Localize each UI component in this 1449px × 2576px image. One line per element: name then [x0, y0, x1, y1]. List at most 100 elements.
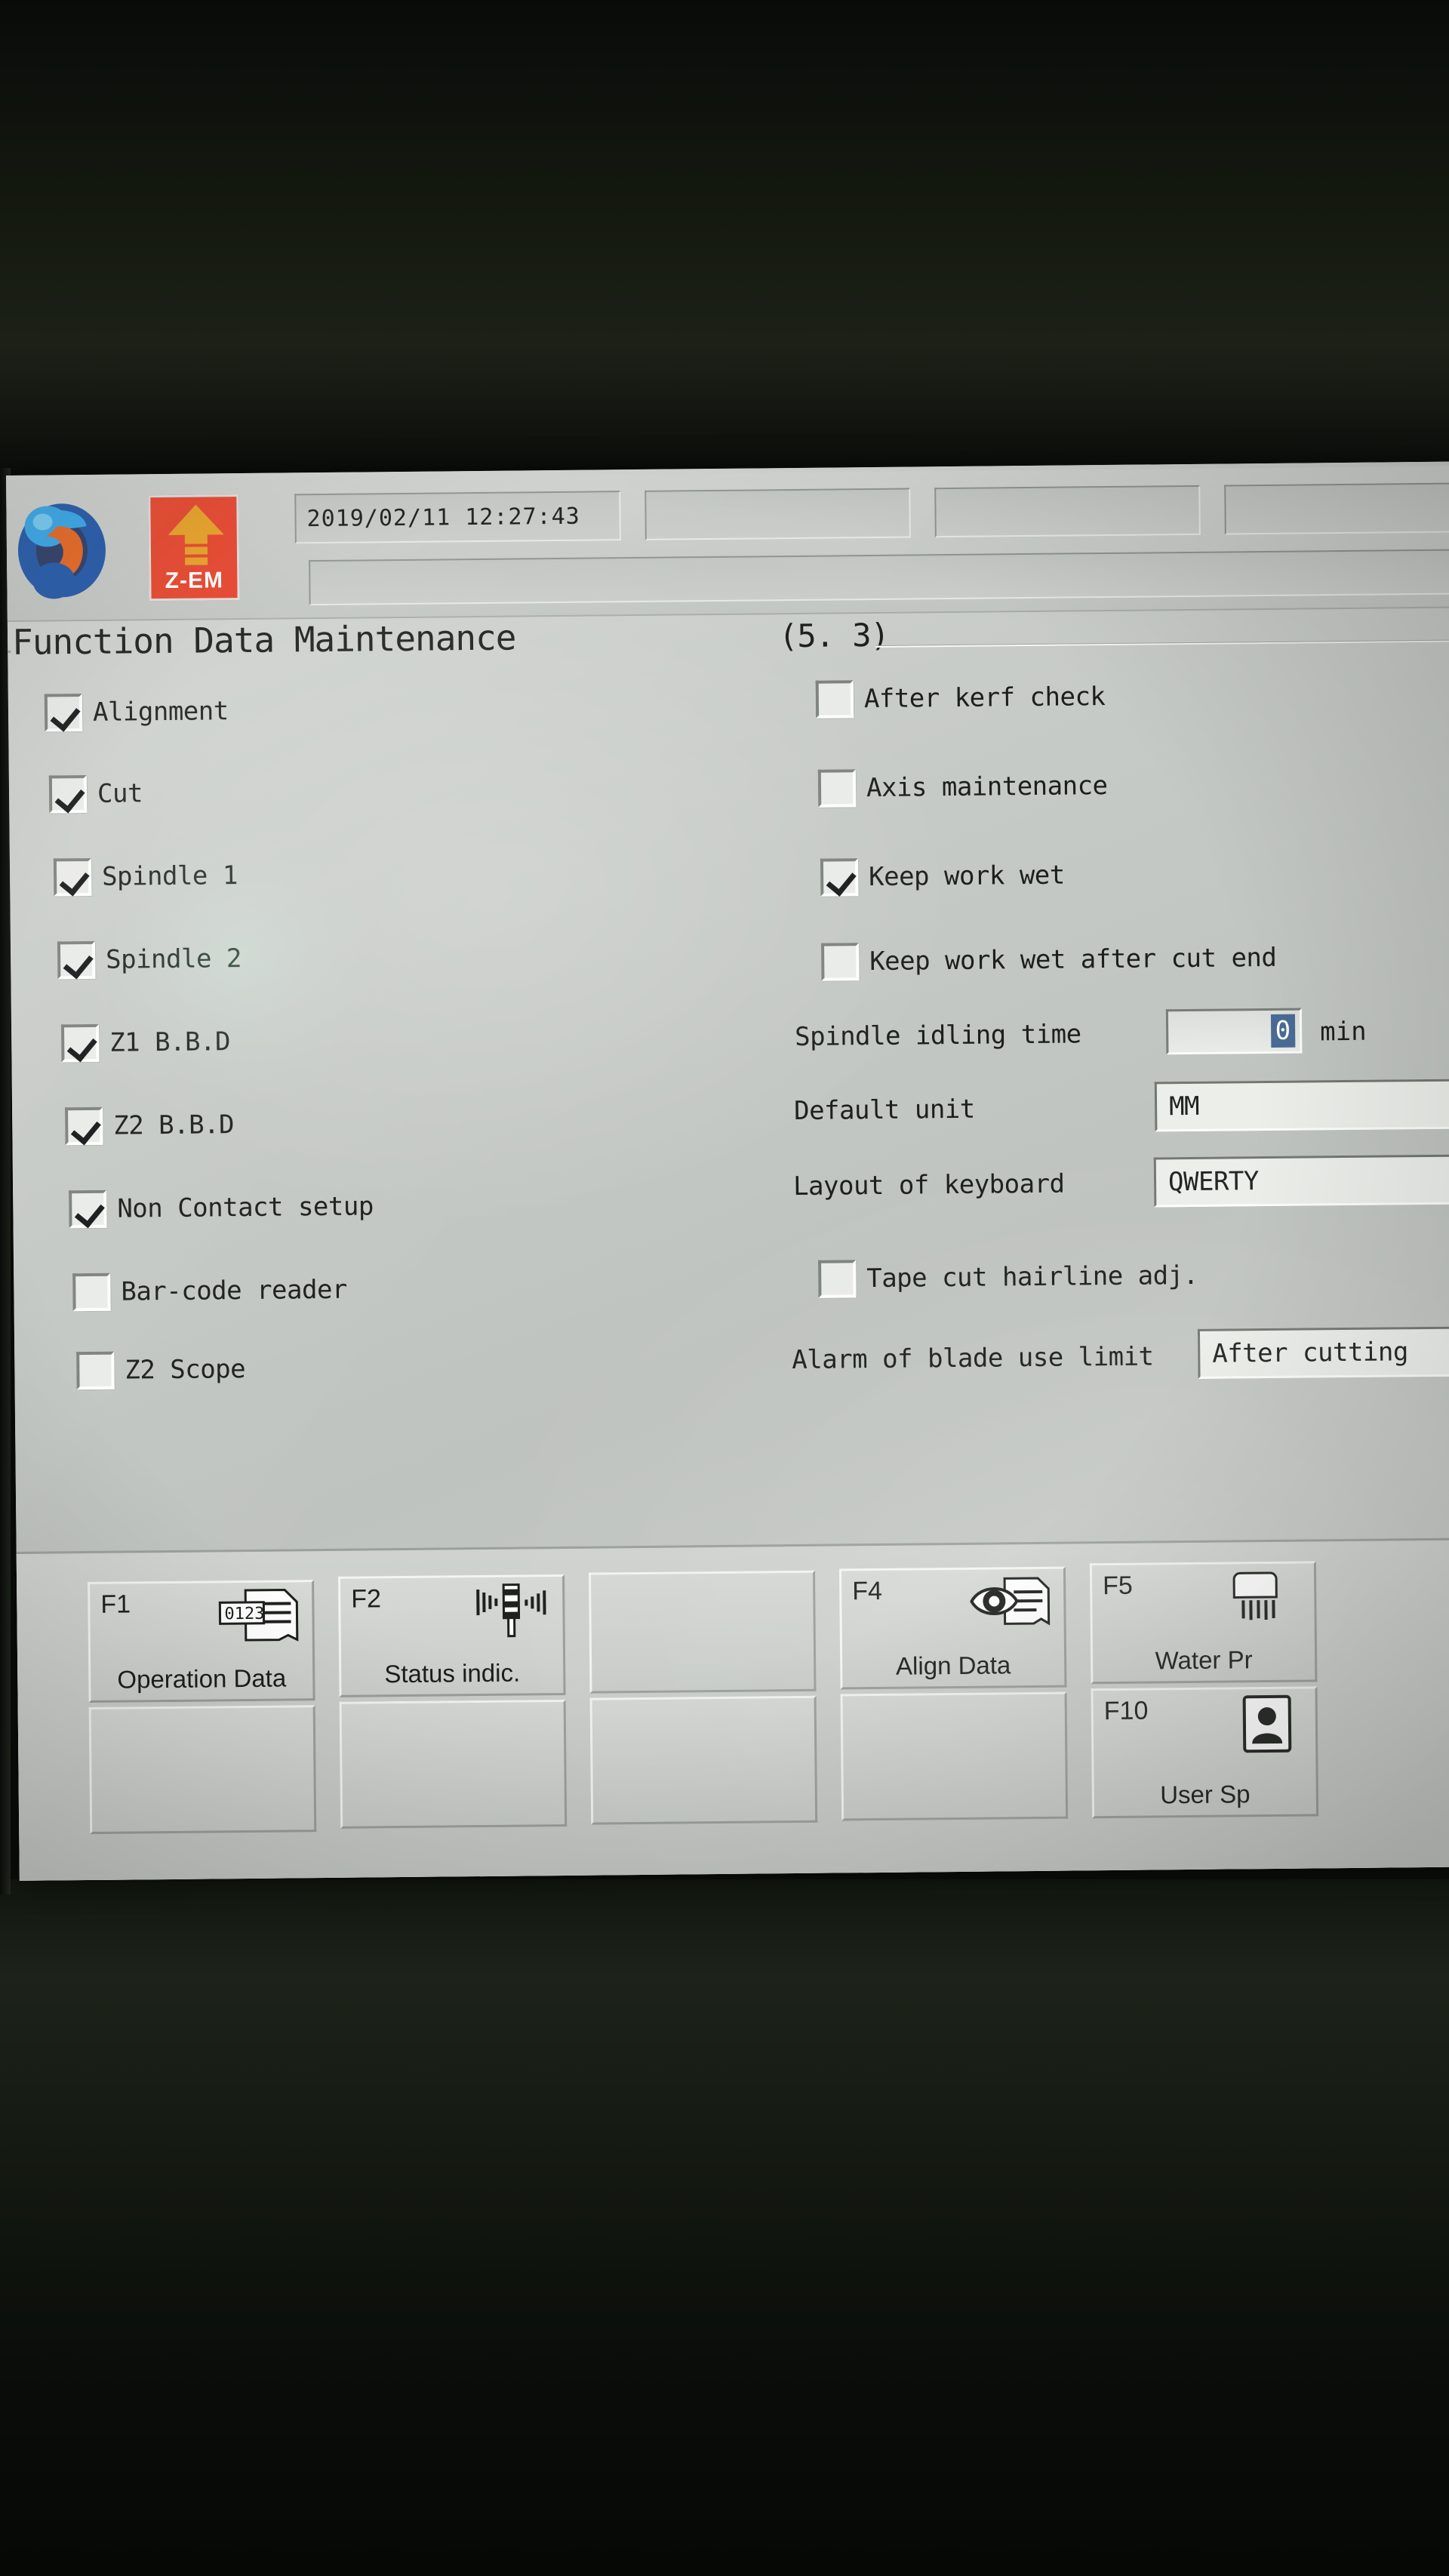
- monitor-bezel-top: [0, 0, 1449, 477]
- function-key-number-f4: F4: [852, 1576, 883, 1606]
- checkbox-after-kerf-check[interactable]: [815, 680, 854, 719]
- status-box-2: [645, 488, 911, 540]
- function-key-number-f1: F1: [100, 1590, 131, 1619]
- function-key-label-f10: User Sp: [1160, 1780, 1251, 1809]
- checkbox-label-alignment: Alignment: [92, 696, 229, 728]
- function-key-number-f2: F2: [351, 1584, 382, 1614]
- keyboard-layout-dropdown[interactable]: QWERTY: [1153, 1153, 1449, 1208]
- checkbox-label-cut: Cut: [97, 778, 143, 809]
- up-arrow-icon: [168, 504, 224, 565]
- checkbox-bar-code-reader[interactable]: [72, 1273, 111, 1312]
- checkbox-row-spindle-2[interactable]: Spindle 2: [57, 940, 242, 980]
- default-unit-value: MM: [1168, 1091, 1200, 1122]
- blade-use-limit-alarm-label: Alarm of blade use limit: [792, 1341, 1154, 1376]
- checkbox-axis-maintenance[interactable]: [817, 769, 857, 808]
- blade-use-limit-alarm-value: After cutting: [1212, 1337, 1409, 1369]
- keyboard-layout-label: Layout of keyboard: [792, 1168, 1065, 1202]
- checkbox-label-keep-work-wet: Keep work wet: [868, 860, 1065, 893]
- checkbox-label-bar-code-reader: Bar-code reader: [121, 1274, 348, 1307]
- header-bar: Z-EM 2019/02/11 12:27:43: [6, 466, 1449, 622]
- zem-button[interactable]: Z-EM: [148, 494, 240, 602]
- message-bar: [309, 549, 1449, 606]
- checkbox-label-spindle-1: Spindle 1: [101, 860, 238, 892]
- group-border-top-right: [875, 639, 1449, 648]
- checkbox-label-z2-bbd: Z2 B.B.D: [113, 1109, 235, 1141]
- function-key-f3-sub-slot[interactable]: [589, 1695, 818, 1825]
- checkbox-non-contact-setup[interactable]: [69, 1190, 107, 1229]
- checkbox-row-z2-bbd[interactable]: Z2 B.B.D: [65, 1106, 235, 1146]
- checkbox-spindle-1[interactable]: [53, 857, 92, 897]
- water-shower-icon: [1220, 1568, 1304, 1628]
- default-unit-label: Default unit: [793, 1094, 975, 1127]
- checkbox-row-after-kerf-check[interactable]: After kerf check: [815, 678, 1106, 719]
- checkbox-keep-work-wet-after-cut-end[interactable]: [820, 943, 860, 981]
- page-title: Function Data Maintenance: [11, 617, 516, 663]
- blade-use-limit-alarm-dropdown[interactable]: After cutting: [1197, 1325, 1449, 1379]
- function-key-number-f10: F10: [1103, 1696, 1149, 1726]
- monitor-bezel-bottom: [0, 1879, 1449, 2576]
- checkbox-row-keep-work-wet-after-cut-end[interactable]: Keep work wet after cut end: [820, 939, 1277, 981]
- checkbox-row-tape-cut-hairline-adj[interactable]: Tape cut hairline adj.: [818, 1257, 1198, 1298]
- function-key-label-f4: Align Data: [895, 1651, 1011, 1680]
- function-key-number-f5: F5: [1103, 1571, 1134, 1601]
- checkbox-row-axis-maintenance[interactable]: Axis maintenance: [817, 767, 1108, 808]
- spindle-idling-time-value: 0: [1270, 1014, 1296, 1048]
- function-key-f1-operation-data[interactable]: F1 0123 Operation Data: [88, 1580, 315, 1703]
- zem-sphere-logo: [11, 500, 112, 601]
- checkbox-tape-cut-hairline-adj[interactable]: [818, 1260, 857, 1298]
- section-number: (5. 3): [778, 616, 890, 655]
- user-card-icon: [1222, 1694, 1306, 1753]
- checkbox-spindle-2[interactable]: [57, 940, 96, 980]
- function-key-f4-align-data[interactable]: F4 Align Data: [838, 1566, 1067, 1690]
- checkbox-z2-scope[interactable]: [76, 1351, 115, 1390]
- default-unit-dropdown[interactable]: MM: [1154, 1078, 1449, 1132]
- function-key-f2-status-indic[interactable]: F2 Status indic.: [338, 1574, 566, 1697]
- function-key-f1-sub-slot[interactable]: [88, 1705, 317, 1835]
- function-key-f2-sub-slot[interactable]: [339, 1699, 568, 1829]
- status-box-3: [934, 485, 1201, 538]
- checkbox-row-non-contact-setup[interactable]: Non Contact setup: [69, 1187, 374, 1229]
- function-key-f4-sub-slot[interactable]: [840, 1691, 1069, 1821]
- spindle-idling-time-unit: min: [1319, 1016, 1367, 1048]
- checkbox-keep-work-wet[interactable]: [820, 858, 859, 897]
- lcd-screen: Z-EM 2019/02/11 12:27:43 Function Data M…: [6, 461, 1449, 1881]
- machine-enclosure: Z-EM 2019/02/11 12:27:43 Function Data M…: [0, 0, 1449, 2576]
- function-key-label-f5: Water Pr: [1155, 1645, 1253, 1675]
- function-key-label-f2: Status indic.: [384, 1658, 521, 1688]
- checkbox-label-spindle-2: Spindle 2: [105, 943, 242, 975]
- function-key-label-f1: Operation Data: [117, 1663, 287, 1694]
- application-window: Z-EM 2019/02/11 12:27:43 Function Data M…: [6, 461, 1449, 1881]
- checkbox-label-z2-scope: Z2 Scope: [125, 1354, 246, 1386]
- checkbox-label-axis-maintenance: Axis maintenance: [866, 771, 1108, 804]
- checkbox-row-alignment[interactable]: Alignment: [44, 692, 229, 732]
- spindle-idling-time-input[interactable]: 0: [1165, 1008, 1303, 1055]
- checkbox-row-spindle-1[interactable]: Spindle 1: [53, 857, 238, 897]
- function-key-f10-user-specified[interactable]: F10 User Sp: [1091, 1686, 1319, 1819]
- checkbox-label-non-contact-setup: Non Contact setup: [117, 1191, 374, 1224]
- function-data-maintenance-group: Function Data Maintenance (5. 3) Alignme…: [6, 612, 1449, 1547]
- status-box-4: [1224, 482, 1449, 535]
- eye-document-icon: [970, 1574, 1054, 1633]
- checkbox-row-z1-bbd[interactable]: Z1 B.B.D: [60, 1023, 231, 1063]
- signal-tower-icon: [469, 1581, 552, 1641]
- keyboard-layout-value: QWERTY: [1168, 1166, 1260, 1198]
- checkbox-row-z2-scope[interactable]: Z2 Scope: [76, 1350, 245, 1390]
- checkbox-label-keep-work-wet-after-cut-end: Keep work wet after cut end: [869, 942, 1277, 977]
- checkbox-cut[interactable]: [48, 774, 88, 814]
- spindle-idling-time-label: Spindle idling time: [794, 1019, 1081, 1053]
- checkbox-z2-bbd[interactable]: [65, 1106, 103, 1146]
- checkbox-row-keep-work-wet[interactable]: Keep work wet: [820, 857, 1065, 897]
- checkbox-label-z1-bbd: Z1 B.B.D: [109, 1026, 231, 1058]
- checkbox-label-tape-cut-hairline-adj: Tape cut hairline adj.: [866, 1260, 1198, 1294]
- checkbox-row-bar-code-reader[interactable]: Bar-code reader: [72, 1271, 348, 1312]
- svg-text:0123: 0123: [224, 1605, 264, 1624]
- checkbox-alignment[interactable]: [44, 694, 83, 732]
- datetime-display: 2019/02/11 12:27:43: [294, 491, 621, 544]
- checkbox-z1-bbd[interactable]: [60, 1023, 100, 1063]
- function-key-f5-water-pressure[interactable]: F5 Water Pr: [1089, 1561, 1318, 1685]
- function-key-f3-empty-slot[interactable]: [588, 1570, 817, 1694]
- function-key-bar: F1 0123 Operation Data F2 Status indic. …: [6, 1537, 1449, 1881]
- checkbox-row-cut[interactable]: Cut: [48, 774, 143, 814]
- numbered-document-icon: 0123: [218, 1587, 302, 1646]
- checkbox-label-after-kerf-check: After kerf check: [863, 682, 1106, 715]
